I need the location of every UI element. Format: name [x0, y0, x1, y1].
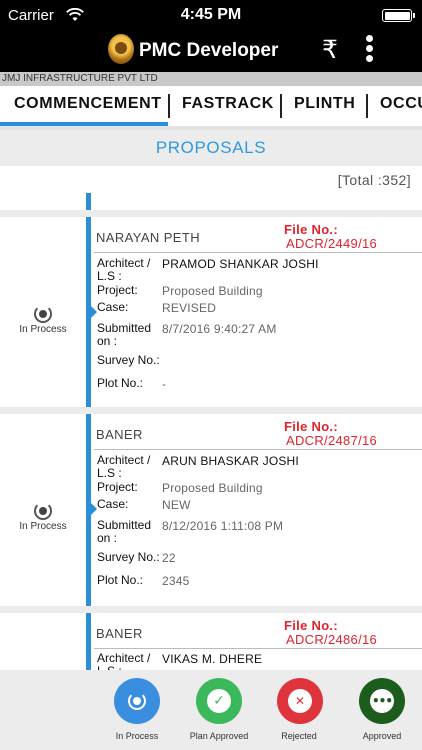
case-label: Case: [97, 300, 129, 314]
rupee-icon[interactable]: ₹ [322, 35, 338, 64]
tab-commencement[interactable]: COMMENCEMENT [14, 95, 162, 113]
tab-fastrack[interactable]: FASTRACK [182, 95, 274, 113]
location: BANER [96, 427, 143, 442]
status-bar: Carrier 4:45 PM [0, 0, 422, 30]
file-number: ADCR/2486/16 [286, 632, 378, 647]
architect-value: ARUN BHASKAR JOSHI [162, 454, 299, 468]
case-value: REVISED [162, 301, 217, 315]
architect-value: PRAMOD SHANKAR JOSHI [162, 257, 319, 271]
app-title: PMC Developer [139, 40, 279, 61]
plan-approved-button[interactable]: ✓ [196, 678, 242, 724]
tab-occupancy[interactable]: OCCU [380, 95, 422, 113]
tab-divider [280, 94, 282, 118]
total-count: [Total :352] [337, 172, 411, 188]
plot-value: - [162, 377, 167, 391]
divider [0, 210, 422, 217]
plot-label: Plot No.: [97, 573, 144, 587]
in-process-icon [34, 502, 52, 520]
check-icon: ✓ [207, 689, 231, 713]
status-filter-bar: In Process ✓ Plan Approved ✕ Rejected ••… [0, 670, 422, 750]
in-process-button[interactable] [114, 678, 160, 724]
section-title: PROPOSALS [0, 130, 422, 166]
close-icon: ✕ [288, 689, 312, 713]
case-value: NEW [162, 498, 191, 512]
plot-value: 2345 [162, 574, 190, 588]
in-process-label: In Process [115, 731, 159, 741]
in-process-icon [34, 305, 52, 323]
file-number: ADCR/2487/16 [286, 433, 378, 448]
in-process-icon [128, 692, 146, 710]
timeline-bar [86, 613, 91, 670]
survey-label: Survey No.: [97, 353, 160, 367]
status-label: In Process [19, 521, 67, 532]
tab-divider [168, 94, 170, 118]
architect-label: Architect / L.S : [97, 453, 151, 480]
proposal-card[interactable]: BANER File No.: ADCR/2486/16 Architect /… [0, 613, 422, 678]
divider [94, 252, 422, 253]
more-icon: ••• [370, 689, 394, 713]
proposal-card[interactable]: In Process BANER File No.: ADCR/2487/16 … [0, 414, 422, 606]
tab-divider [366, 94, 368, 118]
file-label: File No.: [284, 419, 338, 434]
project-label: Project: [97, 283, 138, 297]
tab-plinth[interactable]: PLINTH [294, 95, 355, 113]
more-menu-icon[interactable] [362, 32, 376, 68]
tab-bar: COMMENCEMENT FASTRACK PLINTH OCCU [0, 86, 422, 126]
plan-approved-label: Plan Approved [189, 731, 249, 741]
status-column: In Process [0, 217, 86, 407]
project-value: Proposed Building [162, 481, 263, 495]
location: NARAYAN PETH [96, 230, 201, 245]
plot-label: Plot No.: [97, 376, 144, 390]
status-column: In Process [0, 414, 86, 606]
project-label: Project: [97, 480, 138, 494]
submitted-label: Submitted on : [97, 518, 152, 545]
file-number: ADCR/2449/16 [286, 236, 378, 251]
submitted-value: 8/7/2016 9:40:27 AM [162, 322, 277, 336]
submitted-value: 8/12/2016 1:11:08 PM [162, 519, 284, 533]
divider [94, 449, 422, 450]
submitted-label: Submitted on : [97, 321, 152, 348]
total-row: [Total :352] [0, 166, 422, 210]
survey-label: Survey No.: [97, 550, 160, 564]
case-label: Case: [97, 497, 129, 511]
approved-button[interactable]: ••• [359, 678, 405, 724]
status-time: 4:45 PM [180, 6, 242, 23]
rejected-label: Rejected [281, 731, 317, 741]
proposal-card[interactable]: In Process NARAYAN PETH File No.: ADCR/2… [0, 217, 422, 407]
file-label: File No.: [284, 222, 338, 237]
approved-label: Approved [362, 731, 402, 741]
project-value: Proposed Building [162, 284, 263, 298]
architect-value: VIKAS M. DHERE [162, 652, 263, 666]
divider [0, 407, 422, 414]
app-header: Carrier 4:45 PM PMC Developer ₹ [0, 0, 422, 72]
architect-label: Architect / L.S : [97, 256, 151, 283]
file-label: File No.: [284, 618, 338, 633]
rejected-button[interactable]: ✕ [277, 678, 323, 724]
survey-value: 22 [162, 551, 176, 565]
timeline-bar [86, 193, 91, 210]
location: BANER [96, 626, 143, 641]
status-label: In Process [19, 324, 67, 335]
battery-icon [382, 9, 415, 22]
company-name: JMJ INFRASTRUCTURE PVT LTD [0, 72, 422, 86]
title-bar: PMC Developer ₹ [0, 30, 422, 72]
divider [94, 648, 422, 649]
app-logo [108, 34, 134, 64]
divider [0, 606, 422, 613]
app-screen: Carrier 4:45 PM PMC Developer ₹ JMJ INFR… [0, 0, 422, 750]
